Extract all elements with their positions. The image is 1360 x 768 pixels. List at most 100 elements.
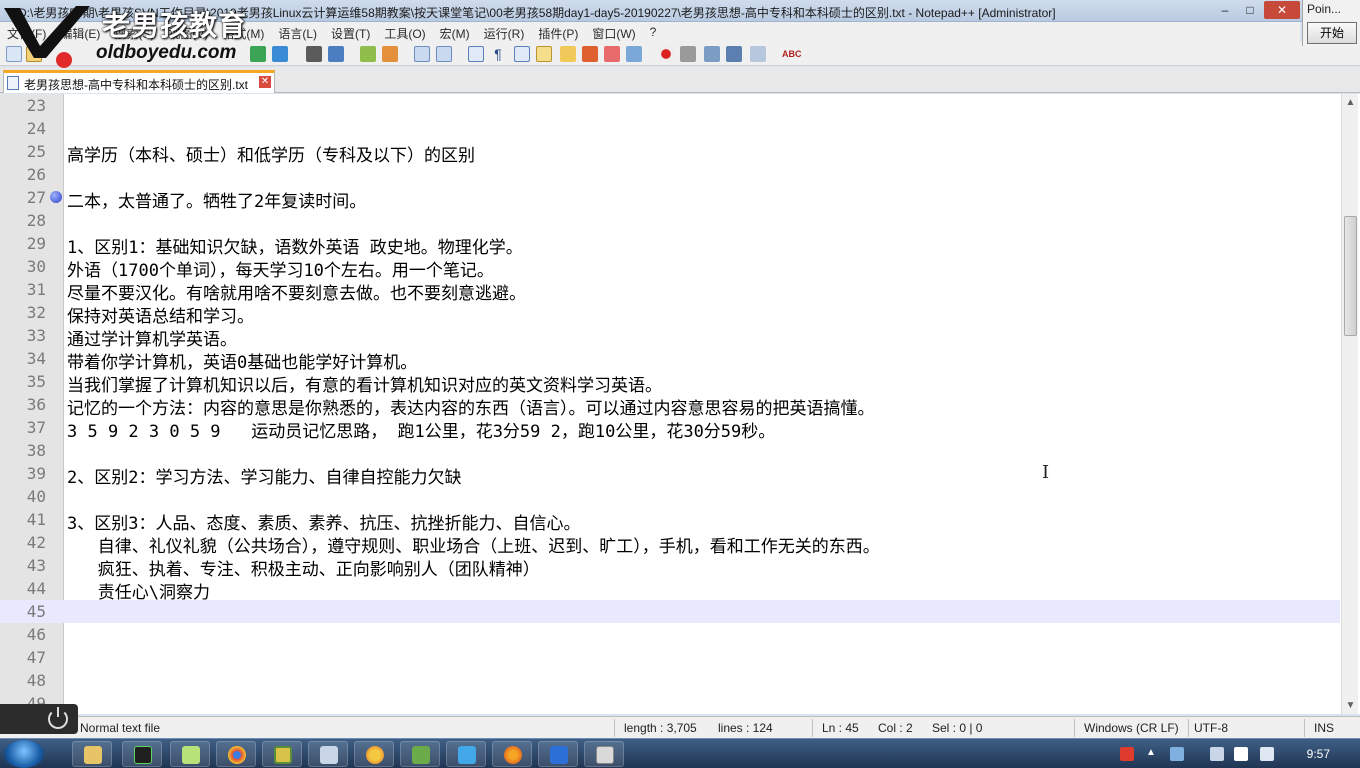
editor-line[interactable]: 31 尽量不要汉化。有啥就用啥不要刻意去做。也不要刻意逃避。	[0, 278, 1340, 304]
menu-format[interactable]: 格式(M)	[215, 22, 271, 42]
doc-map-icon[interactable]	[560, 46, 576, 62]
volume-icon[interactable]	[1260, 747, 1274, 761]
editor-line[interactable]: 36 记忆的一个方法：内容的意思是你熟悉的，表达内容的东西（语言）。可以通过内容意…	[0, 393, 1340, 419]
text-editor[interactable]: 23 24 25 高学历（本科、硕士）和低学历（专科及以下）的区别 26 27 二本，太普通…	[0, 94, 1360, 714]
taskbar-paint[interactable]	[354, 741, 394, 767]
taskbar-image[interactable]	[584, 741, 624, 767]
tab-current-file[interactable]: 老男孩思想-高中专科和本科硕士的区别.txt ✕	[3, 70, 275, 93]
bookmark-icon[interactable]	[50, 191, 62, 203]
editor-line[interactable]: 35 当我们掌握了计算机知识以后，有意的看计算机知识对应的英文资料学习英语。	[0, 370, 1340, 396]
power-button[interactable]	[0, 704, 78, 734]
sync-horizontal-icon[interactable]	[436, 46, 452, 62]
redo-icon[interactable]	[250, 46, 266, 62]
editor-line[interactable]: 48	[0, 669, 1340, 692]
record-macro-icon[interactable]	[658, 46, 674, 62]
window-title: D:\老男孩58期\老男孩SVN工作目录\2019老男孩Linux云计算运维58…	[18, 6, 1056, 20]
editor-line[interactable]: 42 自律、礼仪礼貌（公共场合），遵守规则、职业场合（上班、迟到、旷工），手机，…	[0, 531, 1340, 557]
editor-line[interactable]: 39 2、区别2：学习方法、学习能力、自律自控能力欠缺	[0, 462, 1340, 488]
editor-line[interactable]: 49	[0, 692, 1340, 714]
taskbar-remote[interactable]	[308, 741, 348, 767]
editor-line[interactable]: 24	[0, 117, 1340, 140]
monitoring-icon[interactable]	[626, 46, 642, 62]
menu-view[interactable]: 视图(V)	[161, 22, 215, 42]
menu-window[interactable]: 窗口(W)	[585, 22, 642, 42]
word-wrap-icon[interactable]	[468, 46, 484, 62]
sync-vertical-icon[interactable]	[414, 46, 430, 62]
taskbar-wps[interactable]	[538, 741, 578, 767]
line-number: 41	[26, 510, 46, 529]
spell-check-icon[interactable]: ABC	[782, 46, 802, 62]
editor-line[interactable]: 37 3 5 9 2 3 0 5 9 运动员记忆思路， 跑1公里，花3分59 2，…	[0, 416, 1340, 442]
close-button[interactable]: ✕	[1264, 1, 1300, 19]
menu-settings[interactable]: 设置(T)	[324, 22, 377, 42]
maximize-button[interactable]: □	[1239, 1, 1261, 19]
editor-line[interactable]: 47	[0, 646, 1340, 669]
show-all-chars-icon[interactable]: ¶	[490, 46, 506, 62]
taskbar-notepadpp[interactable]	[170, 741, 210, 767]
menu-language[interactable]: 语言(L)	[271, 22, 324, 42]
find-icon[interactable]	[306, 46, 322, 62]
editor-line[interactable]: 32 保持对英语总结和学习。	[0, 301, 1340, 327]
windows-start-icon[interactable]	[4, 740, 44, 768]
editor-line[interactable]: 43 疯狂、执着、专注、积极主动、正向影响别人（团队精神）	[0, 554, 1340, 580]
editor-line[interactable]: 46	[0, 623, 1340, 646]
play-macro-icon[interactable]	[704, 46, 720, 62]
minimize-button[interactable]: –	[1214, 1, 1236, 19]
editor-line[interactable]: 41 3、区别3：人品、态度、素质、素养、抗压、抗挫折能力、自信心。	[0, 508, 1340, 534]
tab-close-icon[interactable]: ✕	[259, 76, 271, 88]
menu-search[interactable]: 搜索(S)	[107, 22, 161, 42]
scroll-down-icon[interactable]: ▼	[1342, 697, 1359, 714]
editor-line[interactable]: 30 外语（1700个单词），每天学习10个左右。用一个笔记。	[0, 255, 1340, 281]
editor-line[interactable]: 33 通过学计算机学英语。	[0, 324, 1340, 350]
taskbar-explorer[interactable]	[72, 741, 112, 767]
folder-workspace-icon[interactable]	[604, 46, 620, 62]
editor-line[interactable]: 45	[0, 600, 1340, 623]
tray-app-icon[interactable]	[1170, 747, 1184, 761]
zoom-in-icon[interactable]	[360, 46, 376, 62]
editor-line[interactable]: 40	[0, 485, 1340, 508]
menu-edit[interactable]: 编辑(E)	[53, 22, 107, 42]
menu-macro[interactable]: 宏(M)	[433, 22, 477, 42]
editor-line[interactable]: 23	[0, 94, 1340, 117]
editor-line[interactable]: 29 1、区别1：基础知识欠缺，语数外英语 政史地。物理化学。	[0, 232, 1340, 258]
taskbar-pycharm[interactable]	[122, 741, 162, 767]
tray-expand-icon[interactable]: ▲	[1146, 747, 1160, 761]
replace-icon[interactable]	[328, 46, 344, 62]
new-file-icon[interactable]	[6, 46, 22, 62]
menu-help[interactable]: ?	[643, 22, 664, 42]
open-file-icon[interactable]	[26, 46, 42, 62]
editor-line[interactable]: 28	[0, 209, 1340, 232]
menu-file[interactable]: 文件(F)	[0, 22, 53, 42]
taskbar-xshell[interactable]	[446, 741, 486, 767]
scroll-up-icon[interactable]: ▲	[1342, 94, 1359, 111]
indent-guide-icon[interactable]	[514, 46, 530, 62]
taskbar-firefox[interactable]	[492, 741, 532, 767]
vertical-scrollbar[interactable]: ▲ ▼	[1341, 94, 1358, 714]
run-macro-multiple-icon[interactable]	[726, 46, 742, 62]
flag-icon[interactable]	[1234, 747, 1248, 761]
lang-define-icon[interactable]	[536, 46, 552, 62]
editor-line[interactable]: 26	[0, 163, 1340, 186]
scroll-thumb[interactable]	[1344, 216, 1357, 336]
menu-plugins[interactable]: 插件(P)	[531, 22, 585, 42]
save-macro-icon[interactable]	[750, 46, 766, 62]
taskbar-chrome[interactable]	[216, 741, 256, 767]
menu-tools[interactable]: 工具(O)	[377, 22, 432, 42]
taskbar-app[interactable]	[262, 741, 302, 767]
undo-icon[interactable]	[272, 46, 288, 62]
editor-line[interactable]: 38	[0, 439, 1340, 462]
menu-run[interactable]: 运行(R)	[477, 22, 532, 42]
clock[interactable]: 9:57	[1307, 747, 1330, 761]
editor-line[interactable]: 34 带着你学计算机，英语0基础也能学好计算机。	[0, 347, 1340, 373]
stop-macro-icon[interactable]	[680, 46, 696, 62]
start-button[interactable]: 开始	[1307, 22, 1357, 44]
editor-line[interactable]: 27 二本，太普通了。牺牲了2年复读时间。	[0, 186, 1340, 212]
taskbar-tool[interactable]	[400, 741, 440, 767]
editor-line[interactable]: 44 责任心\洞察力	[0, 577, 1340, 603]
network-icon[interactable]	[1210, 747, 1224, 761]
sogou-icon[interactable]	[1120, 747, 1134, 761]
function-list-icon[interactable]	[582, 46, 598, 62]
editor-line[interactable]: 25 高学历（本科、硕士）和低学历（专科及以下）的区别	[0, 140, 1340, 166]
taskbar: ▲ 9:57	[0, 738, 1360, 768]
zoom-out-icon[interactable]	[382, 46, 398, 62]
